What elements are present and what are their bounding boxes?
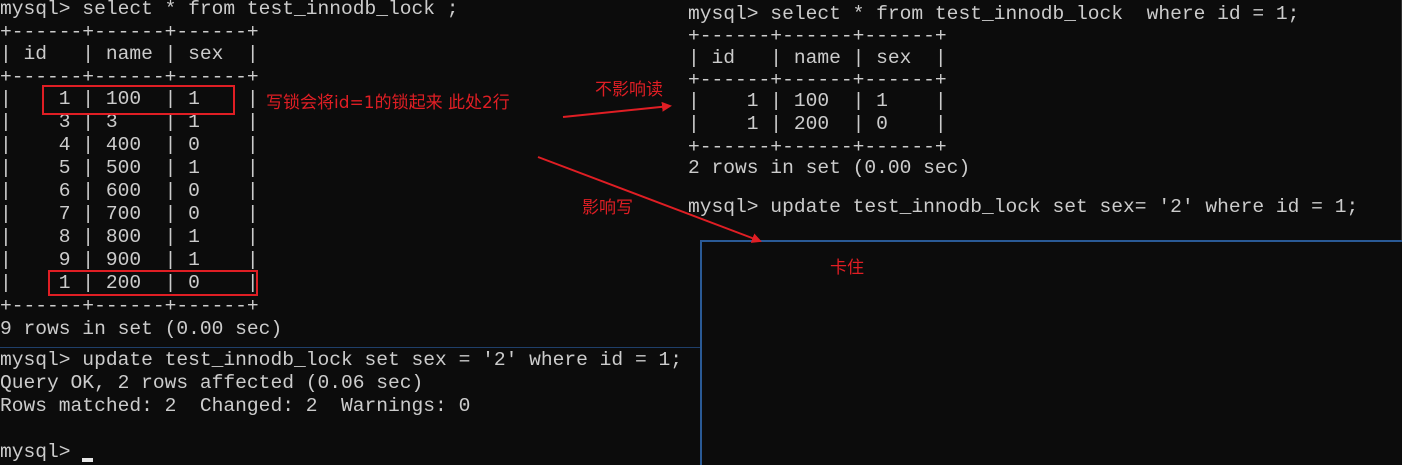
- table-header: | id | name | sex |: [688, 47, 947, 69]
- table-row: | 9 | 900 | 1 |: [0, 249, 259, 271]
- terminal-right-pane[interactable]: mysql> select * from test_innodb_lock wh…: [688, 0, 1402, 240]
- table-row: | 7 | 700 | 0 |: [0, 203, 259, 225]
- table-border: +------+------+------+: [688, 69, 947, 91]
- table-row: | 5 | 500 | 1 |: [0, 157, 259, 179]
- highlight-box-row-2: [48, 270, 258, 296]
- annotation-write-effect: 影响写: [582, 198, 633, 218]
- terminal-line: Query OK, 2 rows affected (0.06 sec): [0, 372, 424, 394]
- highlight-box-row-1: [42, 85, 235, 115]
- table-row: | 1 | 200 | 0 |: [688, 113, 947, 135]
- annotation-lock-note: 写锁会将id=1的锁起来 此处2行: [266, 93, 510, 113]
- table-row: | 6 | 600 | 0 |: [0, 180, 259, 202]
- terminal-line: Rows matched: 2 Changed: 2 Warnings: 0: [0, 395, 471, 417]
- terminal-left-bottom-pane[interactable]: mysql> update test_innodb_lock set sex =…: [0, 347, 700, 465]
- table-border: +------+------+------+: [0, 21, 259, 43]
- table-border: +------+------+------+: [0, 295, 259, 317]
- prompt-line[interactable]: mysql>: [0, 441, 94, 464]
- terminal-line: mysql> update test_innodb_lock set sex =…: [0, 349, 682, 371]
- terminal-line: mysql> update test_innodb_lock set sex= …: [688, 196, 1359, 218]
- result-summary: 9 rows in set (0.00 sec): [0, 318, 283, 340]
- table-header: | id | name | sex |: [0, 43, 259, 65]
- terminal-bottom-right-pane[interactable]: [700, 240, 1402, 465]
- table-border: +------+------+------+: [688, 25, 947, 47]
- text-cursor: [82, 458, 94, 462]
- table-border: +------+------+------+: [688, 136, 947, 158]
- table-row: | 8 | 800 | 1 |: [0, 226, 259, 248]
- terminal-line: mysql> select * from test_innodb_lock wh…: [688, 3, 1300, 25]
- annotation-blocked: 卡住: [830, 258, 864, 278]
- annotation-no-read-effect: 不影响读: [595, 80, 663, 100]
- result-summary: 2 rows in set (0.00 sec): [688, 157, 971, 179]
- table-row: | 1 | 100 | 1 |: [688, 90, 947, 112]
- terminal-line: mysql> select * from test_innodb_lock ;: [0, 0, 459, 20]
- prompt: mysql>: [0, 441, 83, 463]
- table-row: | 4 | 400 | 0 |: [0, 134, 259, 156]
